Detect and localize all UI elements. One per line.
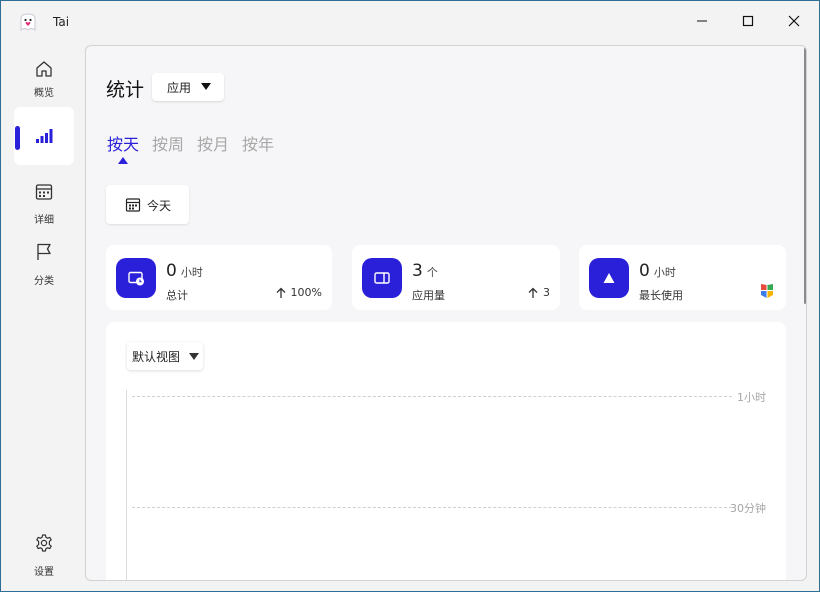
stat-trend: 100% [276,286,322,299]
sidebar-item-details[interactable]: 详细 [14,178,74,236]
stat-badge [116,258,156,298]
active-tab-indicator [118,157,128,164]
view-select[interactable]: 默认视图 [127,342,203,370]
tab-by-week[interactable]: 按周 [152,131,184,155]
stat-badge [589,258,629,298]
app-window: Tai 概览 详细 分类 设置 统计 应用 按天 按周 按月 按年 今天 0 小… [1,1,819,591]
maximize-button[interactable] [725,1,771,41]
date-picker-label: 今天 [147,199,172,213]
stat-badge [362,258,402,298]
app-logo-icon [761,284,773,298]
chevron-down-icon [189,353,199,360]
chart-gridline [132,396,732,397]
bar-chart-icon [36,129,53,143]
stat-value: 3个 [412,261,438,281]
title-bar[interactable]: Tai [1,1,819,41]
usage-chart-panel: 默认视图 1小时 30分钟 [106,322,786,580]
stat-card-longest-use: 0 小时 最长使用 [579,245,786,310]
app-window-icon [374,272,390,284]
app-title: Tai [53,15,70,29]
main-content: 统计 应用 按天 按周 按月 按年 今天 0 小时 总计 100% 3 个 应用… [85,45,807,581]
sidebar-item-label: 设置 [34,567,54,578]
scrollbar[interactable] [804,48,806,304]
sidebar-item-overview[interactable]: 概览 [14,51,74,109]
scope-select[interactable]: 应用 [152,73,224,101]
sidebar-item-label: 详细 [34,215,54,226]
arrow-up-icon [276,287,286,298]
chart-y-tick-label: 30分钟 [730,502,766,515]
chart-gridline [132,507,732,508]
stat-unit: 个 [426,266,438,279]
chart-y-axis [126,390,127,580]
triangle-up-icon [603,273,615,283]
stat-card-app-count: 3个 应用量 3 [352,245,560,310]
stat-caption: 最长使用 [639,289,683,302]
sidebar-item-label: 概览 [34,88,54,99]
calendar-icon [125,198,141,212]
sidebar-item-categories[interactable]: 分类 [14,239,74,297]
app-logo-icon [20,13,36,32]
stat-caption: 应用量 [412,289,445,302]
stat-unit: 小时 [180,266,203,279]
home-icon [36,61,52,77]
page-title: 统计 [106,79,145,101]
flag-icon [37,243,51,260]
sidebar-item-settings[interactable]: 设置 [14,530,74,588]
stat-card-total: 0 小时 总计 100% [106,245,332,310]
maximize-icon [742,15,754,27]
stat-trend: 3 [528,286,550,299]
tab-by-day[interactable]: 按天 [107,131,139,155]
close-button[interactable] [771,1,817,41]
date-picker-button[interactable]: 今天 [106,185,189,224]
arrow-up-icon [528,287,538,298]
chevron-down-icon [201,83,211,90]
tab-by-month[interactable]: 按月 [197,131,229,155]
scope-select-value: 应用 [167,81,192,95]
minimize-icon [697,20,707,22]
clock-window-icon [128,271,144,286]
tab-by-year[interactable]: 按年 [242,131,274,155]
stat-value: 0 小时 [639,261,676,281]
sidebar-item-label: 分类 [34,276,54,287]
calendar-icon [35,184,53,200]
stat-unit: 小时 [653,266,676,279]
sidebar-item-statistics[interactable] [14,107,74,165]
view-select-value: 默认视图 [132,350,181,364]
chart-y-tick-label: 1小时 [737,391,766,404]
stat-value: 0 小时 [166,261,203,281]
minimize-button[interactable] [679,1,725,41]
close-icon [788,15,800,27]
active-indicator [15,126,20,150]
gear-icon [36,534,52,552]
stat-caption: 总计 [166,289,188,302]
